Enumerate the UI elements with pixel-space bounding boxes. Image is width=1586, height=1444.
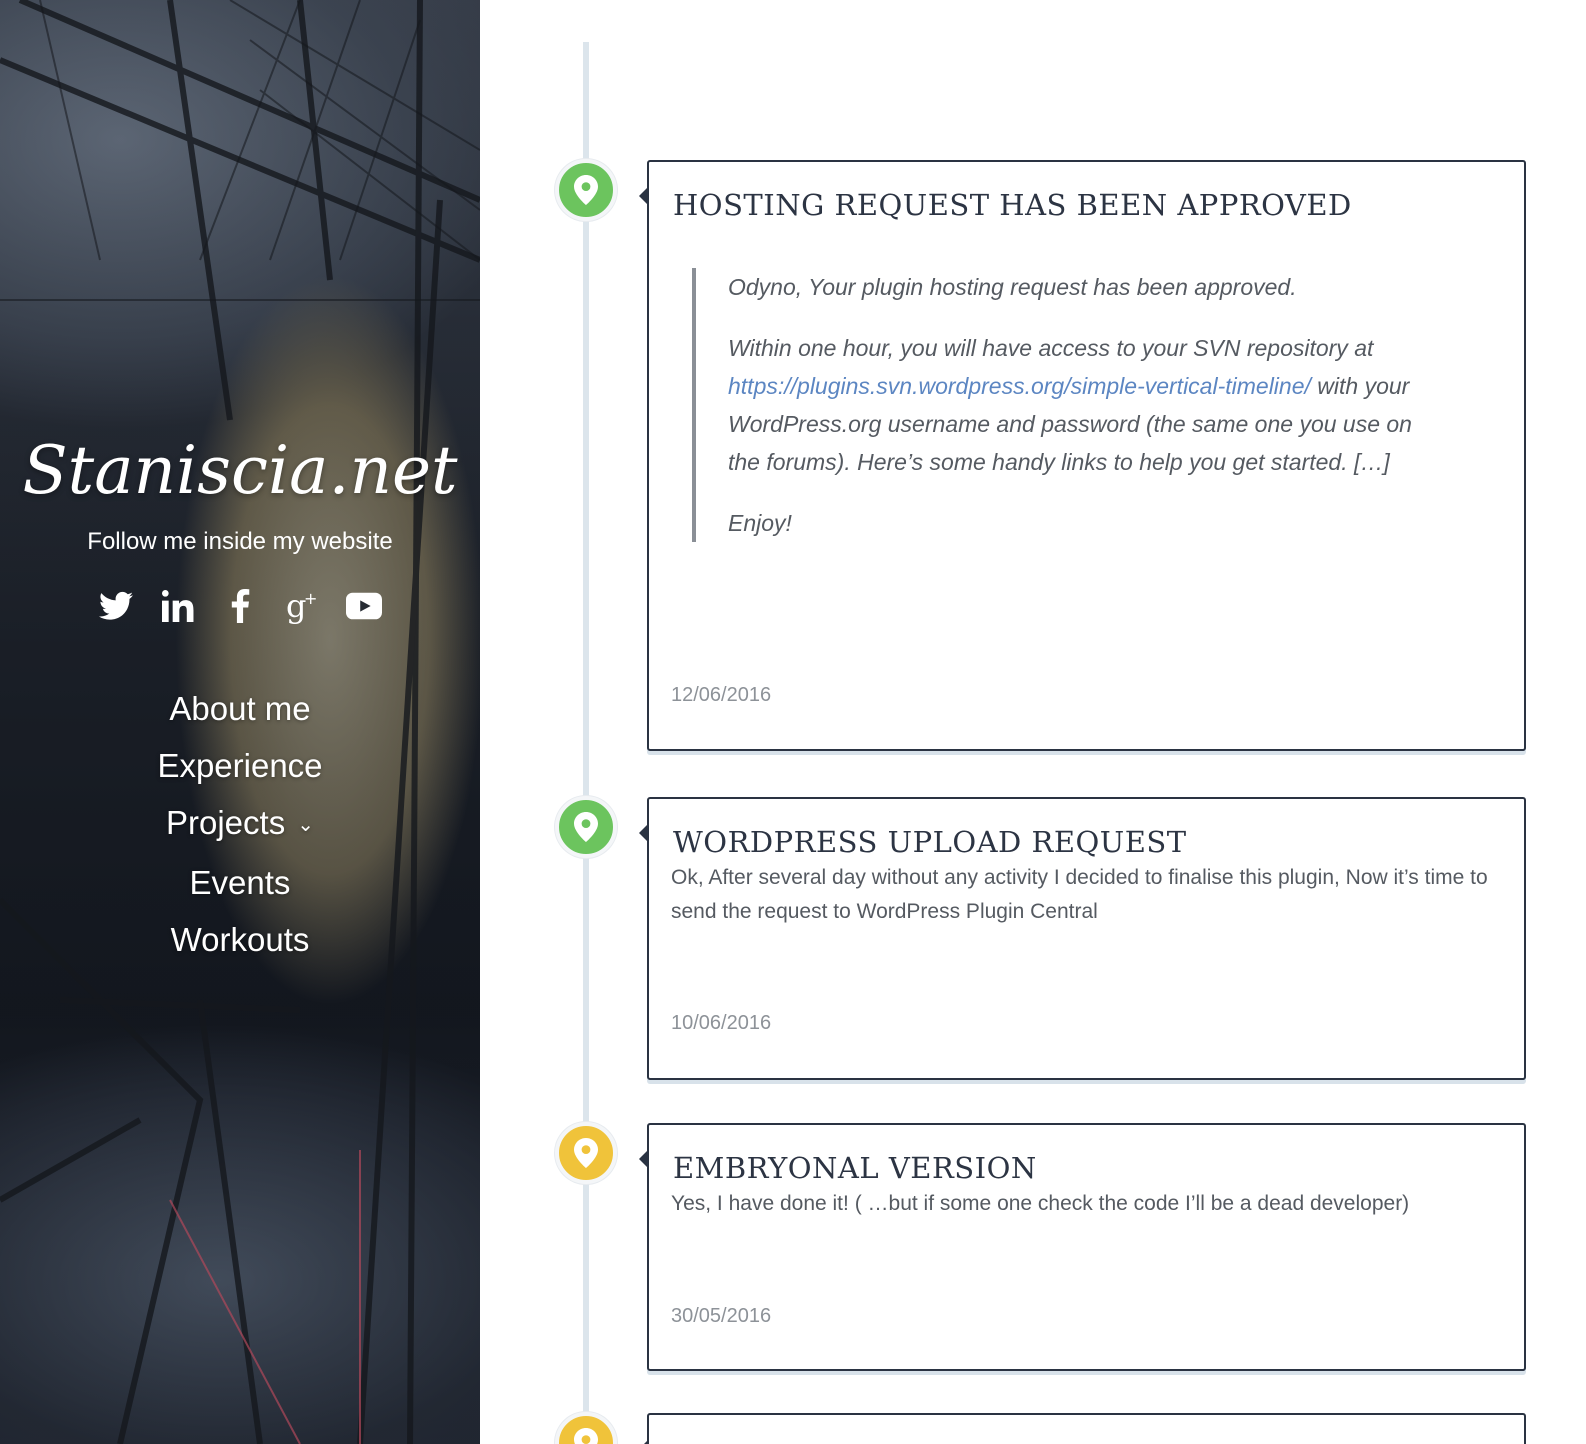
card-title[interactable]: WordPress Upload Request [673, 825, 1524, 859]
timeline-marker [555, 1412, 617, 1444]
main-nav: About me Experience Projects ⌄ Events Wor… [0, 680, 480, 968]
timeline-marker [555, 796, 617, 858]
quote-paragraph: Within one hour, you will have access to… [728, 329, 1412, 481]
nav-item-events[interactable]: Events [0, 854, 480, 911]
quote-text: Within one hour, you will have access to… [728, 335, 1374, 361]
timeline-card: Embryonal version Yes, I have done it! (… [639, 1123, 1526, 1371]
card-date: 10/06/2016 [671, 1012, 772, 1034]
nav-item-projects[interactable]: Projects ⌄ [0, 794, 480, 854]
timeline-marker [555, 1122, 617, 1184]
card-date: 12/06/2016 [671, 684, 772, 706]
facebook-icon[interactable] [222, 588, 258, 624]
map-pin-icon [574, 1138, 598, 1168]
card-text: Yes, I have done it! ( …but if some one … [671, 1192, 1410, 1215]
site-tagline: Follow me inside my website [87, 528, 393, 555]
sidebar: Staniscia.net Follow me inside my websit… [0, 0, 480, 1444]
timeline-marker [555, 159, 617, 221]
chevron-down-icon[interactable]: ⌄ [297, 814, 314, 836]
map-pin-icon [574, 812, 598, 842]
nav-item-workouts[interactable]: Workouts [0, 911, 480, 968]
timeline-card [639, 1413, 1526, 1444]
nav-item-about-me[interactable]: About me [0, 680, 480, 737]
svg-text:+: + [304, 589, 317, 608]
youtube-icon[interactable] [346, 588, 382, 624]
nav-item-experience[interactable]: Experience [0, 737, 480, 794]
quote-paragraph: Enjoy! [728, 510, 792, 536]
map-pin-icon [574, 175, 598, 205]
card-date: 30/05/2016 [671, 1305, 772, 1327]
map-pin-icon [574, 1428, 598, 1444]
blockquote: Odyno, Your plugin hosting request has b… [692, 268, 1412, 542]
site-title[interactable]: Staniscia.net [0, 432, 480, 509]
social-links: g + [0, 588, 480, 624]
card-text: Ok, After several day without any activi… [671, 866, 1488, 923]
card-title[interactable]: Hosting request has been approved [673, 188, 1524, 222]
linkedin-icon[interactable] [160, 588, 196, 624]
twitter-icon[interactable] [98, 588, 134, 624]
svn-repository-link[interactable]: https://plugins.svn.wordpress.org/simple… [728, 373, 1311, 399]
timeline-card: WordPress Upload Request Ok, After sever… [639, 797, 1526, 1080]
quote-paragraph: Odyno, Your plugin hosting request has b… [728, 274, 1297, 300]
timeline-line [583, 42, 589, 1444]
google-plus-icon[interactable]: g + [284, 588, 320, 624]
nav-item-projects-label: Projects [166, 804, 286, 841]
card-title[interactable]: Embryonal version [673, 1151, 1524, 1185]
timeline-card: Hosting request has been approved Odyno,… [639, 160, 1526, 751]
